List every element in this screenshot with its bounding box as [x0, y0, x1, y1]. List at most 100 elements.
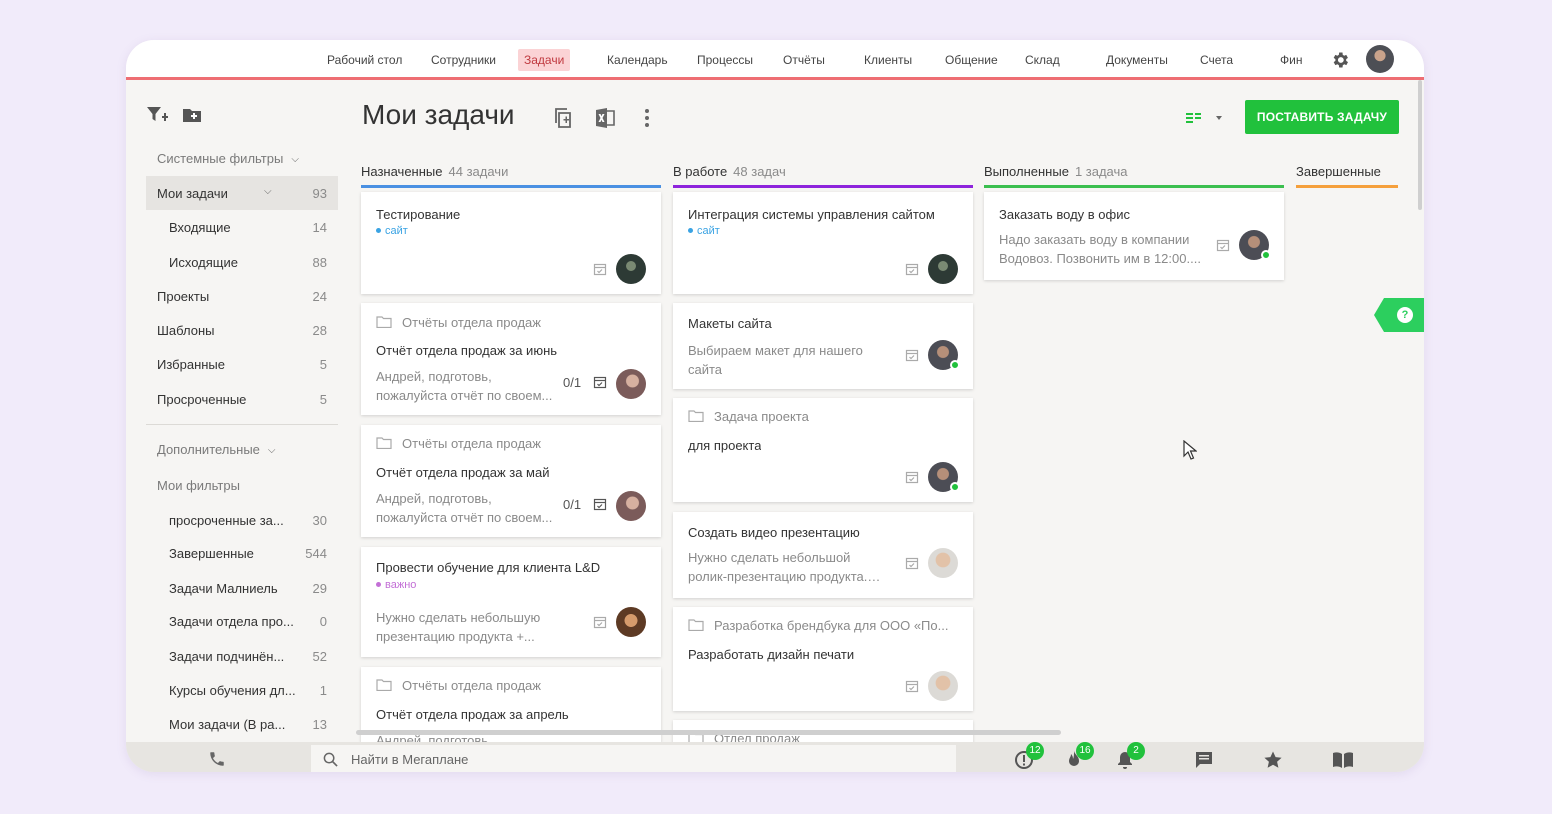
task-card[interactable]: Отчёты отдела продаж Отчёт отдела продаж…	[361, 425, 661, 537]
sidebar-filter-item[interactable]: Завершенные 544	[146, 536, 338, 570]
app-window: Рабочий стол Сотрудники Задачи Календарь…	[126, 40, 1424, 772]
calendar-icon[interactable]	[905, 679, 919, 693]
calendar-icon[interactable]	[593, 615, 607, 629]
sidebar-filter-item[interactable]: просроченные за... 30	[146, 503, 338, 537]
task-card[interactable]: Провести обучение для клиента L&D важно …	[361, 547, 661, 657]
task-description-line: презентацию продукта +...	[376, 629, 535, 644]
nav-clients[interactable]: Клиенты	[858, 49, 918, 71]
assignee-avatar[interactable]	[616, 254, 646, 284]
calendar-icon[interactable]	[593, 497, 607, 511]
assignee-avatar[interactable]	[616, 491, 646, 521]
task-card[interactable]: Заказать воду в офис Надо заказать воду …	[984, 192, 1284, 280]
task-description-line: Нужно сделать небольшую	[376, 610, 541, 625]
user-avatar[interactable]	[1366, 45, 1394, 73]
sidebar-item-count: 5	[319, 392, 327, 407]
assignee-avatar[interactable]	[616, 369, 646, 399]
sidebar-filter-item[interactable]: Задачи отдела про... 0	[146, 604, 338, 638]
column-header-completed: Завершенные	[1296, 164, 1398, 188]
nav-tasks[interactable]: Задачи	[518, 49, 571, 71]
sidebar-item-templates[interactable]: Шаблоны 28	[146, 313, 338, 347]
task-card[interactable]: Разработка брендбука для ООО «По... Разр…	[673, 607, 973, 711]
calendar-icon[interactable]	[905, 348, 919, 362]
add-task-button[interactable]: ПОСТАВИТЬ ЗАДАЧУ	[1245, 100, 1399, 134]
task-card[interactable]: Отчёты отдела продаж Отчёт отдела продаж…	[361, 303, 661, 415]
sidebar-item-incoming[interactable]: Входящие 14	[146, 210, 338, 244]
view-mode-toggle[interactable]	[1183, 108, 1227, 128]
horizontal-scrollbar[interactable]	[356, 730, 1061, 735]
column-count: 44 задачи	[448, 164, 509, 179]
favorites-button[interactable]	[1263, 750, 1283, 770]
task-card[interactable]: Создать видео презентацию Нужно сделать …	[673, 512, 973, 598]
task-card[interactable]: Интеграция системы управления сайтом сай…	[673, 192, 973, 294]
nav-reports[interactable]: Отчёты	[777, 49, 831, 71]
messages-button[interactable]	[1194, 750, 1214, 770]
sidebar-filter-item[interactable]: Мои задачи (В ра... 13	[146, 707, 338, 741]
nav-warehouse[interactable]: Склад	[1019, 49, 1066, 71]
sidebar-item-overdue[interactable]: Просроченные 5	[146, 382, 338, 416]
more-menu-icon[interactable]	[635, 106, 659, 130]
task-description: Надо заказать воду в компании Водовоз. По…	[999, 230, 1214, 268]
task-description-line: Выбираем макет для нашего	[688, 343, 863, 358]
knowledge-base-button[interactable]	[1332, 750, 1353, 770]
sidebar-item-label: Мои задачи (В ра...	[169, 717, 286, 732]
filter-add-icon[interactable]	[146, 105, 168, 125]
sidebar-item-outgoing[interactable]: Исходящие 88	[146, 245, 338, 279]
folder-add-icon[interactable]	[181, 105, 203, 125]
calendar-icon[interactable]	[593, 375, 607, 389]
task-card[interactable]: Тестирование сайт	[361, 192, 661, 294]
online-status-indicator	[950, 360, 960, 370]
sidebar-item-favorites[interactable]: Избранные 5	[146, 347, 338, 381]
system-filters-header[interactable]: Системные фильтры ⌵	[157, 151, 299, 166]
task-card[interactable]: Макеты сайта Выбираем макет для нашего са…	[673, 303, 973, 389]
excel-icon[interactable]	[593, 106, 617, 130]
help-tab[interactable]: ?	[1374, 298, 1424, 332]
nav-processes[interactable]: Процессы	[691, 49, 759, 71]
nav-desktop[interactable]: Рабочий стол	[321, 49, 408, 71]
assignee-avatar[interactable]	[616, 607, 646, 637]
calendar-icon[interactable]	[905, 262, 919, 276]
star-icon	[1264, 751, 1282, 768]
assignee-avatar[interactable]	[928, 671, 958, 701]
calendar-icon[interactable]	[905, 556, 919, 570]
assignee-avatar[interactable]	[928, 548, 958, 578]
search-icon	[323, 752, 338, 767]
phone-icon[interactable]	[208, 750, 226, 768]
sidebar-filter-item[interactable]: Задачи Малниель 29	[146, 571, 338, 605]
task-title: Отчёт отдела продаж за июнь	[376, 343, 558, 358]
sidebar-item-projects[interactable]: Проекты 24	[146, 279, 338, 313]
book-icon	[1333, 752, 1353, 768]
task-description: Выбираем макет для нашего сайта	[688, 341, 883, 379]
calendar-icon[interactable]	[593, 262, 607, 276]
alerts-button[interactable]: 12	[1014, 742, 1044, 770]
task-card[interactable]: Задача проекта для проекта	[673, 398, 973, 502]
nav-calendar[interactable]: Календарь	[601, 49, 674, 71]
task-project-label: Разработка брендбука для ООО «По...	[714, 618, 949, 633]
calendar-icon[interactable]	[1216, 238, 1230, 252]
sidebar-item-count: 544	[305, 546, 327, 561]
task-title: Тестирование	[376, 207, 461, 222]
calendar-icon[interactable]	[905, 470, 919, 484]
nav-finance[interactable]: Фин	[1274, 49, 1308, 71]
nav-employees[interactable]: Сотрудники	[425, 49, 502, 71]
task-title: Разработать дизайн печати	[688, 647, 855, 662]
copy-icon[interactable]	[551, 106, 575, 130]
gear-icon[interactable]	[1330, 50, 1350, 70]
vertical-scrollbar[interactable]	[1418, 80, 1422, 210]
search-input[interactable]	[351, 750, 911, 768]
task-title: для проекта	[688, 438, 762, 453]
bottom-bar: 12 16 2	[126, 742, 1424, 772]
sidebar-filter-item[interactable]: Курсы обучения дл... 1	[146, 673, 338, 707]
nav-documents[interactable]: Документы	[1100, 49, 1174, 71]
sidebar-item-my-tasks[interactable]: Мои задачи ⌵ 93	[146, 176, 338, 210]
sidebar-item-count: 1	[319, 683, 327, 698]
task-tag-label: сайт	[385, 225, 408, 237]
notifications-button[interactable]: 2	[1115, 742, 1145, 770]
hot-tasks-button[interactable]: 16	[1064, 742, 1094, 770]
chevron-down-icon: ⌵	[267, 445, 276, 456]
assignee-avatar[interactable]	[928, 254, 958, 284]
tag-dot-icon	[376, 582, 381, 587]
nav-invoices[interactable]: Счета	[1194, 49, 1239, 71]
additional-header[interactable]: Дополнительные ⌵	[157, 442, 276, 457]
sidebar-filter-item[interactable]: Задачи подчинён... 52	[146, 639, 338, 673]
nav-communication[interactable]: Общение	[939, 49, 1004, 71]
